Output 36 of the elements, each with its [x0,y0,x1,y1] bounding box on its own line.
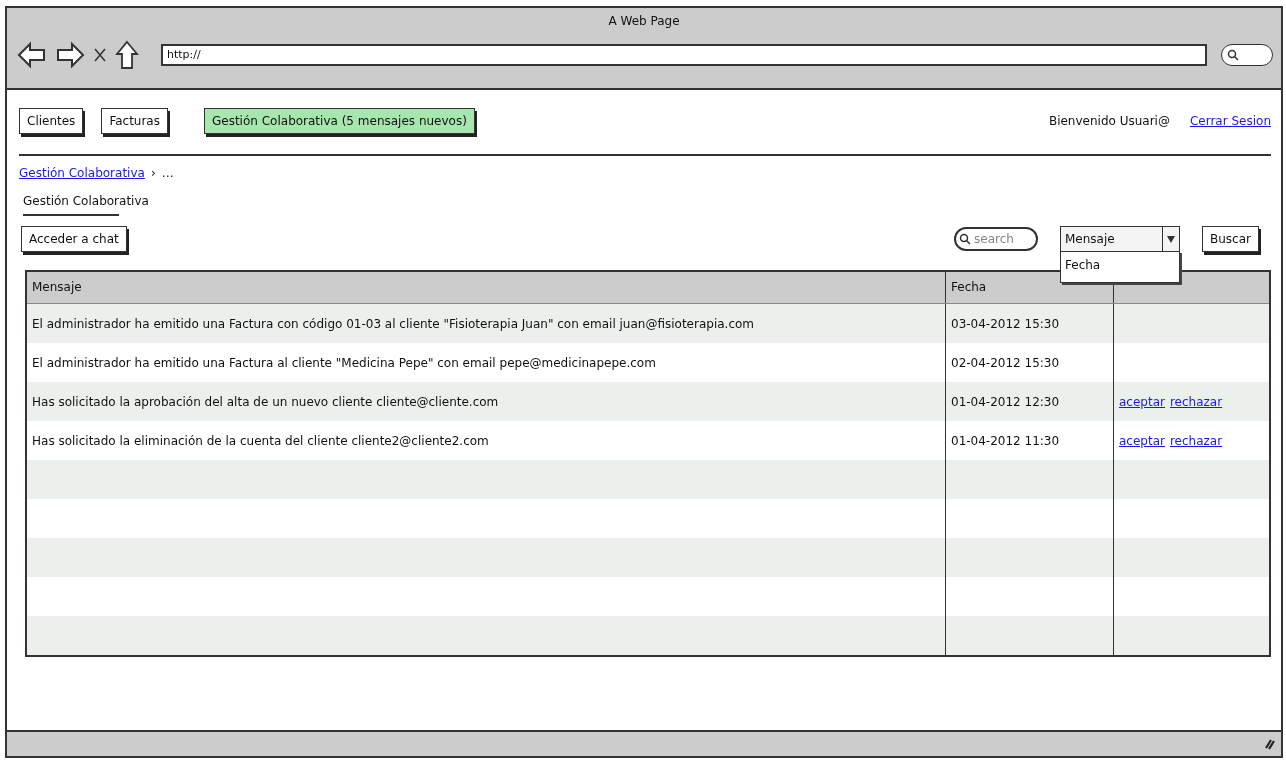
action-link[interactable]: aceptar [1119,433,1165,448]
table-cell-text: El administrador ha emitido una Factura al cliente "Medicina Pepe" con email pepe@medicinapepe.com [31,354,657,372]
table-cell-text: El administrador ha emitido una Factura con código 01-03 al cliente "Fisioterapia Juan" con email juan@fisioterapia.com [31,315,756,333]
search-field[interactable] [1221,44,1273,66]
forward-icon[interactable] [55,41,85,69]
column-header: Fecha [945,272,1113,303]
breadcrumb-ellipsis: … [161,166,174,180]
search-field[interactable]: search [954,227,1038,251]
back-icon[interactable] [17,41,47,69]
sort-dropdown[interactable]: Mensaje [1060,226,1180,252]
resize-grip-icon[interactable] [1265,738,1275,750]
chat-button[interactable]: Acceder a chat [21,226,127,252]
search-button[interactable]: Buscar [1202,226,1259,252]
window-title: A Web Page [607,13,681,30]
close-icon[interactable] [93,47,107,63]
section-title: Gestión Colaborativa [23,194,150,208]
table-cell-text: Has solicitado la eliminación de la cuenta del cliente cliente2@cliente2.com [31,432,490,450]
breadcrumb-link[interactable]: Gestión Colaborativa [19,166,145,180]
table-cell: 03-04-2012 15:30 [945,304,1113,343]
dropdown-option[interactable]: Fecha [1061,252,1179,282]
breadcrumb-separator: › [150,166,156,180]
table-cell: 01-04-2012 12:30 [945,382,1113,421]
action-link[interactable]: rechazar [1169,394,1223,409]
address-field[interactable]: http:// [161,44,1207,66]
logout-link[interactable]: Cerrar Sesion [1189,114,1271,128]
column-header: Mensaje [31,279,83,296]
search-icon [1227,49,1239,61]
home-icon[interactable] [115,40,139,70]
welcome-text: Bienvenido Usuari@ [1048,114,1170,128]
table-cell-text: Has solicitado la aprobación del alta de un nuevo cliente cliente@cliente.com [31,393,500,411]
action-link[interactable]: rechazar [1169,433,1223,448]
nav-button[interactable]: Gestión Colaborativa (5 mensajes nuevos) [204,108,475,134]
search-icon [959,233,971,245]
action-link[interactable]: aceptar [1119,394,1165,409]
nav-button[interactable]: Facturas [101,108,168,134]
nav-button[interactable]: Clientes [19,108,84,134]
